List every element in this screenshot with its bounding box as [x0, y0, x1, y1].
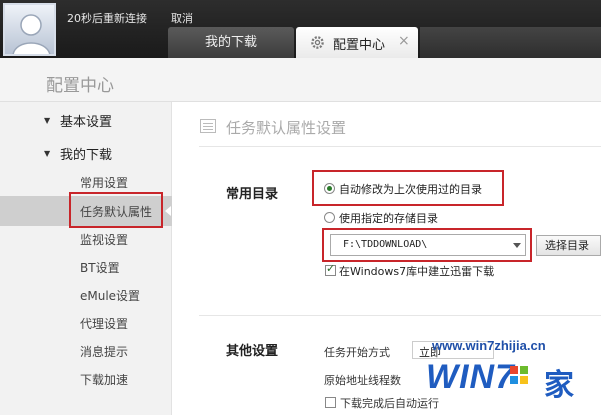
document-icon: [200, 119, 216, 133]
section-title: 任务默认属性设置: [226, 119, 347, 137]
close-icon[interactable]: ×: [398, 33, 410, 49]
watermark-logo-char: 家: [544, 368, 574, 403]
download-path-select[interactable]: F:\TDDOWNLOAD\: [330, 234, 526, 256]
tab-my-downloads[interactable]: 我的下载: [168, 27, 294, 58]
dropdown-arrow-icon: [513, 243, 521, 248]
selection-pointer: [165, 206, 171, 216]
sidebar-item-proxy-settings[interactable]: 代理设置: [80, 315, 128, 332]
tab-label: 我的下载: [204, 35, 257, 50]
collapse-arrow-icon: ▼: [44, 149, 51, 158]
sidebar-item-message-tips[interactable]: 消息提示: [80, 343, 128, 360]
radio-auto-dir[interactable]: [324, 183, 335, 194]
highlight-box-selected-item: [69, 192, 163, 228]
page-title: 配置中心: [46, 76, 114, 96]
sidebar-group-label: 基本设置: [60, 115, 113, 130]
sidebar-item-monitor-settings[interactable]: 监视设置: [80, 231, 128, 248]
radio-specified-dir[interactable]: [324, 212, 335, 223]
sidebar-group-label: 我的下载: [60, 148, 113, 163]
watermark-url: www.win7zhijia.cn: [432, 338, 546, 353]
title-bar: 20秒后重新连接 取消 我的下载 配置中心 ×: [0, 0, 601, 58]
sidebar-item-bt-settings[interactable]: BT设置: [80, 259, 120, 276]
divider: [199, 315, 601, 316]
tab-config-center[interactable]: 配置中心 ×: [296, 27, 418, 58]
sidebar-group-my-downloads[interactable]: ▼ 我的下载: [44, 144, 113, 163]
other-settings-label: 其他设置: [226, 344, 279, 359]
sidebar-item-emule-settings[interactable]: eMule设置: [80, 287, 140, 304]
divider: [199, 146, 601, 147]
win7-library-label: 在Windows7库中建立迅雷下载: [339, 265, 495, 278]
option-auto-dir-label: 自动修改为上次使用过的目录: [339, 183, 482, 196]
tab-label: 配置中心: [333, 38, 386, 53]
gear-icon: [311, 36, 324, 49]
reconnect-status: 20秒后重新连接: [67, 12, 147, 25]
avatar[interactable]: [3, 3, 56, 56]
win7-library-checkbox[interactable]: [325, 262, 336, 276]
option-specified-dir-label: 使用指定的存储目录: [339, 212, 438, 225]
config-header: 配置中心: [0, 58, 601, 102]
path-value: F:\TDDOWNLOAD\: [343, 239, 428, 250]
collapse-arrow-icon: ▼: [44, 116, 51, 125]
choose-directory-button[interactable]: 选择目录: [536, 235, 601, 256]
tab-strip-filler: [420, 27, 601, 58]
sidebar-item-common-settings[interactable]: 常用设置: [80, 174, 128, 191]
run-after-download-checkbox[interactable]: [325, 397, 336, 408]
cancel-link[interactable]: 取消: [171, 10, 193, 26]
watermark-logo-text: WIN7: [426, 358, 515, 396]
sidebar-item-download-accel[interactable]: 下载加速: [80, 371, 128, 388]
sidebar-group-basic-settings[interactable]: ▼ 基本设置: [44, 111, 113, 130]
user-silhouette-icon: [12, 14, 51, 54]
windows-flag-icon: [510, 366, 528, 384]
watermark-logo: www.win7zhijia.cn WIN7 家: [360, 336, 601, 415]
common-dir-label: 常用目录: [226, 187, 279, 202]
